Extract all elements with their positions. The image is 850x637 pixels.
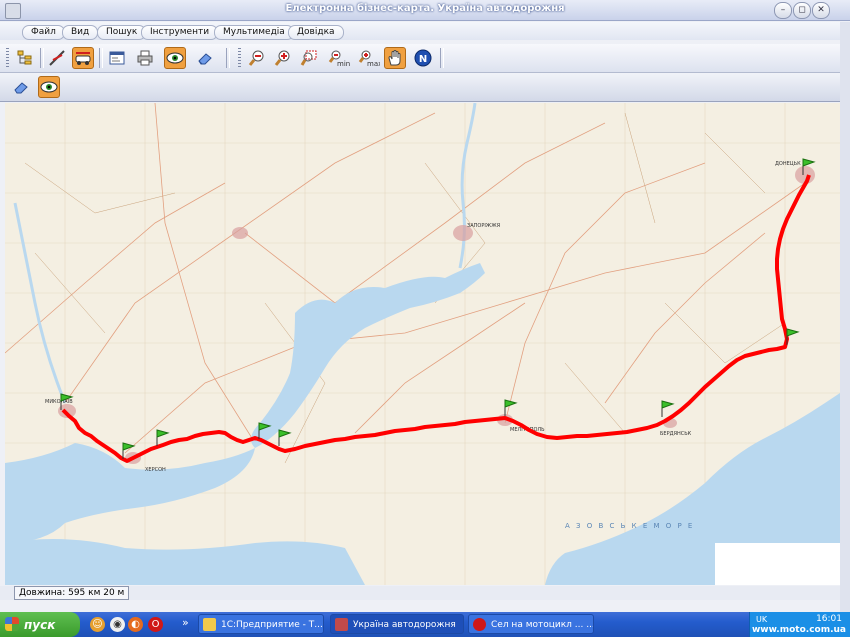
city-label: МИКОЛАЇВ <box>45 398 73 405</box>
city-label: ХЕРСОН <box>145 467 166 473</box>
task-label: Україна автодорожня <box>353 620 456 630</box>
ruler-icon <box>49 50 65 66</box>
app-window: Електронна бізнес-карта. Україна автодор… <box>0 0 850 612</box>
north-compass-icon: N <box>414 49 432 67</box>
properties-button[interactable] <box>106 47 128 69</box>
hand-icon <box>388 50 401 66</box>
ruler-button[interactable] <box>46 47 68 69</box>
menu-multimedia[interactable]: Мультимедіа <box>214 25 294 40</box>
route-button[interactable] <box>72 47 94 69</box>
zoom-rect-button[interactable] <box>298 47 320 69</box>
zoom-max-button[interactable]: max <box>356 47 382 69</box>
zoom-in-icon <box>274 50 290 66</box>
quicklaunch-overflow-icon[interactable]: » <box>182 616 189 629</box>
pan-button[interactable] <box>384 47 406 69</box>
task-opera[interactable]: Сел на мотоцикл ... ... <box>468 614 594 634</box>
main-toolbar: min max N <box>0 44 840 73</box>
zoom-max-icon: max <box>358 50 380 67</box>
opera-icon <box>473 618 486 631</box>
app-1c-icon <box>203 618 216 631</box>
task-map[interactable]: Україна автодорожня <box>330 614 464 634</box>
eraser-button-secondary[interactable] <box>10 76 32 98</box>
toolbar-overflow[interactable] <box>440 48 444 68</box>
toolbar-grip[interactable] <box>238 48 241 68</box>
toolbar-separator <box>99 48 103 68</box>
layers-tree-button[interactable] <box>14 47 36 69</box>
zoom-in-button[interactable] <box>272 47 294 69</box>
map-blank-corner <box>715 543 840 585</box>
start-label: пуск <box>24 617 56 632</box>
view-button[interactable] <box>164 47 186 69</box>
window-title: Електронна бізнес-карта. Україна автодор… <box>285 3 565 14</box>
toolbar-overflow[interactable] <box>226 48 230 68</box>
menu-tools[interactable]: Інструменти <box>141 25 219 40</box>
eye-icon <box>40 81 58 93</box>
city-label: ЗАПОРІЖЖЯ <box>467 223 500 229</box>
map-view[interactable]: МИКОЛАЇВ ХЕРСОН ЗАПОРІЖЖЯ МЕЛІТОПОЛЬ БЕР… <box>5 103 840 585</box>
close-button[interactable]: ✕ <box>812 2 830 19</box>
menu-bar: Файл Вид Пошук Інструменти Мультимедіа Д… <box>0 22 840 40</box>
route-car-icon <box>75 52 91 65</box>
zoom-min-label: min <box>337 60 350 67</box>
task-label: Сел на мотоцикл ... ... <box>491 620 594 630</box>
language-indicator[interactable]: UK <box>756 615 767 624</box>
window-icon <box>109 51 125 65</box>
status-bar: Довжина: 595 км 20 м <box>0 586 840 600</box>
north-button[interactable]: N <box>412 47 434 69</box>
zoom-out-icon <box>248 50 264 66</box>
task-1c[interactable]: 1С:Предприятие - Т... <box>198 614 324 634</box>
zoom-out-button[interactable] <box>246 47 268 69</box>
eye-icon <box>166 52 184 64</box>
menu-file[interactable]: Файл <box>22 25 65 40</box>
quicklaunch-icon[interactable]: ☺ <box>90 617 105 632</box>
zoom-rectangle-icon <box>300 50 317 66</box>
view-button-secondary[interactable] <box>38 76 60 98</box>
start-button[interactable]: пуск <box>0 612 80 637</box>
layers-tree-icon <box>17 50 32 65</box>
zoom-max-label: max <box>367 60 380 67</box>
windows-logo-icon <box>5 617 19 631</box>
taskbar: пуск ☺ ◉ ◐ O » 1С:Предприятие - Т... Укр… <box>0 612 850 637</box>
chrome-icon[interactable]: ◉ <box>110 617 125 632</box>
eraser-icon <box>198 53 212 65</box>
firefox-icon[interactable]: ◐ <box>128 617 143 632</box>
clock[interactable]: 16:01 <box>816 614 842 624</box>
watermark: www.moto.com.ua <box>751 625 846 635</box>
task-label: 1С:Предприятие - Т... <box>221 620 323 630</box>
route-length: Довжина: 595 км 20 м <box>14 586 130 600</box>
menu-view[interactable]: Вид <box>62 25 99 40</box>
zoom-min-button[interactable]: min <box>326 47 352 69</box>
menu-help[interactable]: Довідка <box>288 25 344 40</box>
zoom-min-icon: min <box>328 50 350 67</box>
map-canvas[interactable]: МИКОЛАЇВ ХЕРСОН ЗАПОРІЖЖЯ МЕЛІТОПОЛЬ БЕР… <box>5 103 840 585</box>
north-label: N <box>419 54 427 65</box>
map-app-icon <box>335 618 348 631</box>
toolbar-grip[interactable] <box>6 48 9 68</box>
restore-button[interactable]: ◻ <box>793 2 811 19</box>
minimize-button[interactable]: – <box>774 2 792 19</box>
eraser-button[interactable] <box>194 47 216 69</box>
city-label: БЕРДЯНСЬК <box>660 431 692 437</box>
printer-icon <box>137 50 153 66</box>
secondary-toolbar <box>0 73 840 102</box>
toolbar-separator <box>40 48 44 68</box>
title-bar[interactable]: Електронна бізнес-карта. Україна автодор… <box>0 0 850 21</box>
print-button[interactable] <box>134 47 156 69</box>
menu-search[interactable]: Пошук <box>97 25 147 40</box>
opera-icon[interactable]: O <box>148 617 163 632</box>
sea-label: А З О В С Ь К Е М О Р Е <box>565 522 694 530</box>
vertical-scrollbar[interactable] <box>840 22 850 612</box>
eraser-icon <box>14 82 28 94</box>
city-label: ДОНЕЦЬК <box>775 161 801 167</box>
